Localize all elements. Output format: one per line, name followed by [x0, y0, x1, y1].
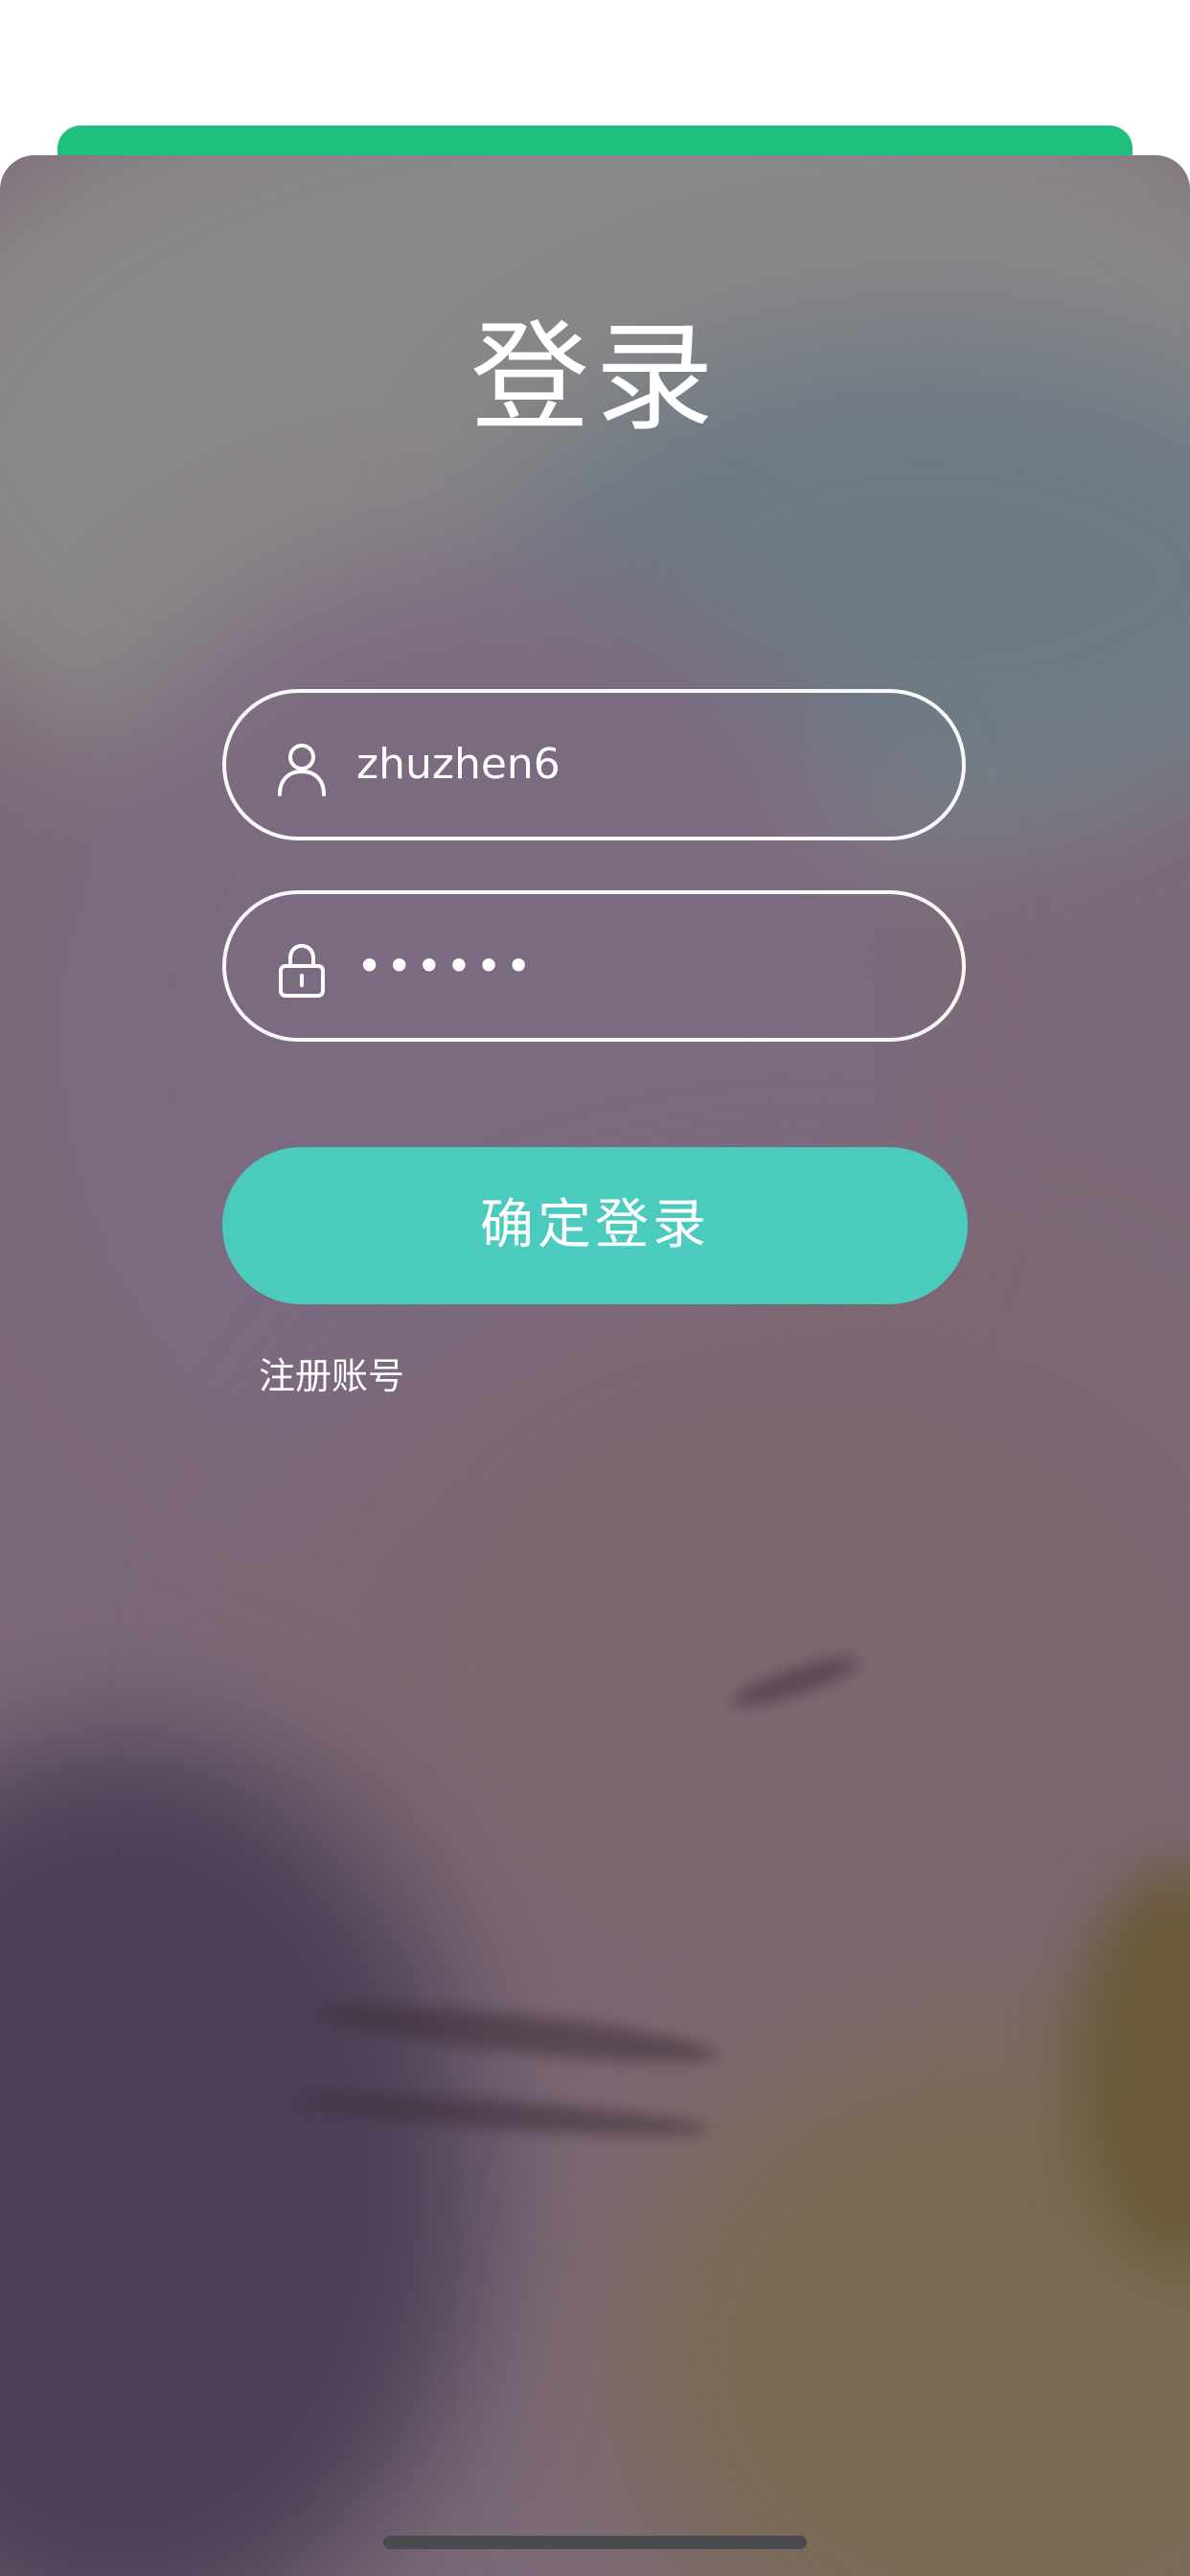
register-link[interactable]: 注册账号	[259, 1349, 404, 1403]
login-screen: 登录 zhuzhen6 •••••• 确定登录 注册账号	[0, 0, 1190, 2576]
user-icon	[274, 741, 330, 796]
lock-icon	[274, 942, 330, 998]
username-input[interactable]: zhuzhen6	[356, 693, 561, 837]
login-button[interactable]: 确定登录	[222, 1147, 968, 1304]
username-field[interactable]: zhuzhen6	[222, 689, 966, 840]
page-title: 登录	[469, 310, 720, 448]
password-field[interactable]: ••••••	[222, 890, 966, 1042]
home-indicator[interactable]	[383, 2536, 807, 2549]
login-card	[0, 155, 1190, 2576]
password-input[interactable]: ••••••	[356, 894, 536, 1038]
